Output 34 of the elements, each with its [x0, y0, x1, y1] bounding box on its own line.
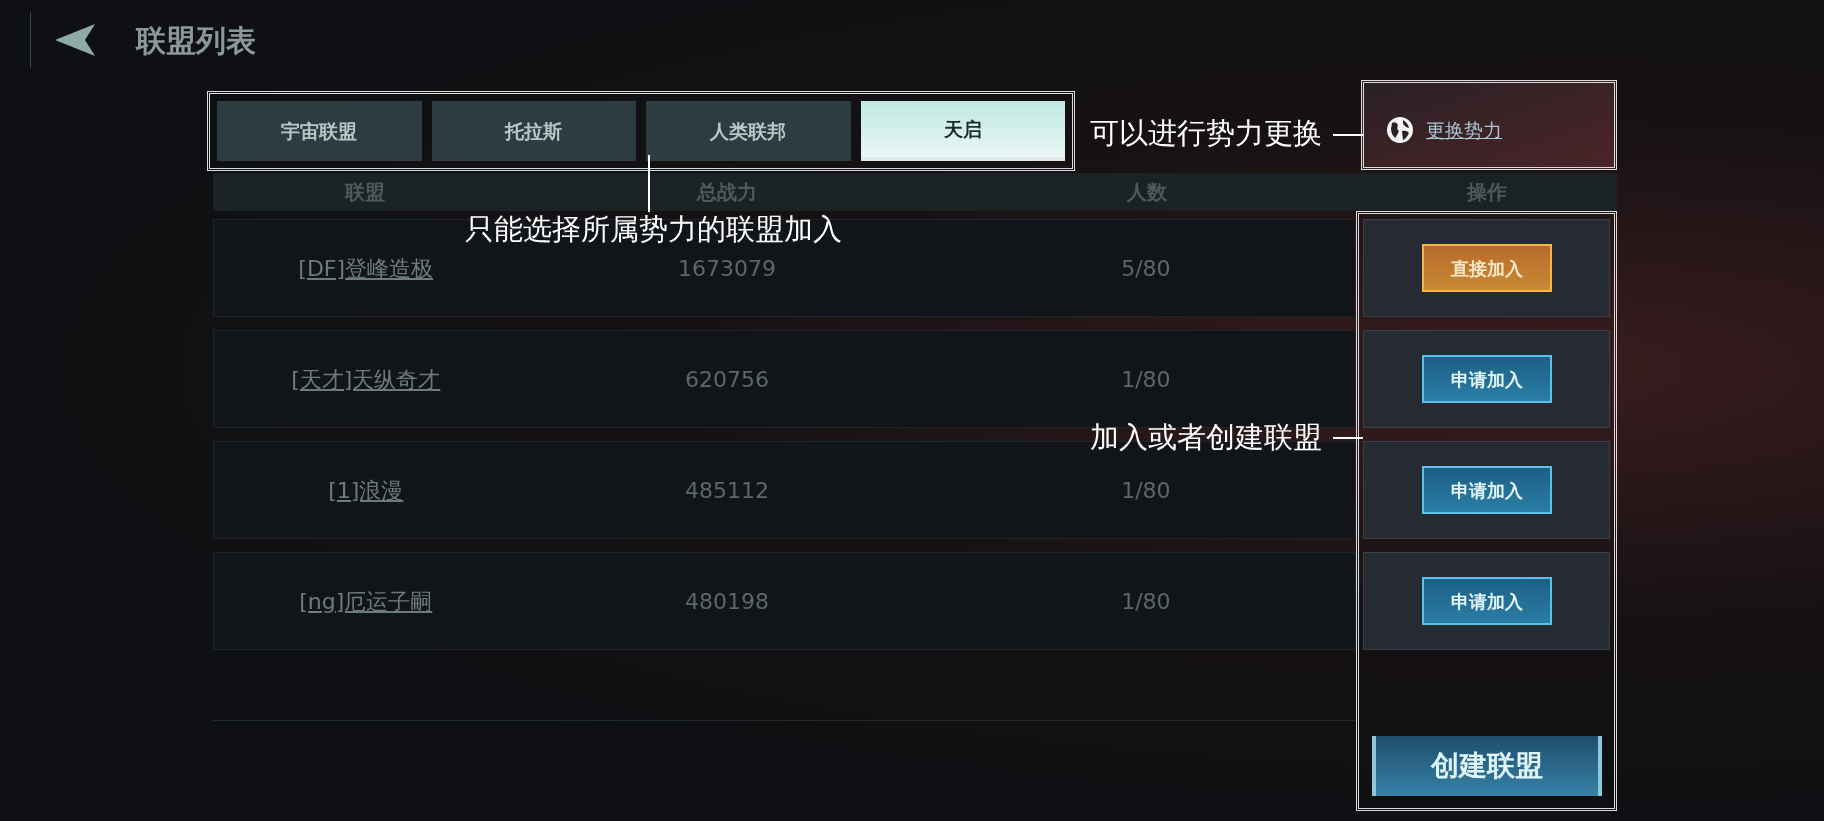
column-header: 总战力: [697, 179, 757, 206]
globe-icon: [1386, 116, 1414, 144]
column-header: 操作: [1466, 179, 1507, 206]
annotation-text: 可以进行势力更换: [1090, 115, 1322, 152]
column-header: 联盟: [345, 179, 385, 206]
annotation-text: 加入或者创建联盟: [1090, 419, 1322, 456]
create-alliance-button[interactable]: 创建联盟: [1371, 736, 1602, 796]
faction-tab[interactable]: 天启: [860, 101, 1065, 161]
power-cell-text: 1673079: [677, 254, 778, 283]
join-button[interactable]: 申请加入: [1421, 355, 1552, 403]
members-cell-text: 1/80: [1120, 365, 1172, 394]
members-cell-text: 1/80: [1120, 587, 1172, 616]
join-button[interactable]: 申请加入: [1421, 577, 1552, 625]
power-cell-text: 485112: [684, 476, 771, 505]
members-cell-text: 5/80: [1120, 254, 1172, 283]
annotation-text: 只能选择所属势力的联盟加入: [465, 211, 842, 248]
alliance-name-link[interactable]: [天才]天纵奇才: [291, 366, 441, 392]
faction-tab[interactable]: 宇宙联盟: [217, 101, 422, 161]
faction-tab[interactable]: 人类联邦: [646, 101, 851, 161]
alliance-name-link[interactable]: [DF]登峰造极: [298, 255, 434, 281]
alliance-name-link[interactable]: [ng]厄运子嗣: [299, 588, 433, 614]
alliance-name-link[interactable]: [1]浪漫: [328, 477, 404, 503]
power-cell-text: 480198: [684, 587, 771, 616]
column-header: 人数: [1126, 179, 1167, 206]
change-faction-link[interactable]: 更换势力: [1426, 115, 1502, 145]
leader-line: [1333, 134, 1363, 136]
join-button[interactable]: 直接加入: [1421, 244, 1552, 292]
members-cell-text: 1/80: [1120, 476, 1172, 505]
leader-line: [1333, 437, 1363, 439]
power-cell-text: 620756: [684, 365, 771, 394]
page-title: 联盟列表: [136, 21, 256, 60]
join-button[interactable]: 申请加入: [1421, 466, 1552, 514]
faction-tab[interactable]: 托拉斯: [431, 101, 636, 161]
leader-line: [648, 155, 650, 212]
